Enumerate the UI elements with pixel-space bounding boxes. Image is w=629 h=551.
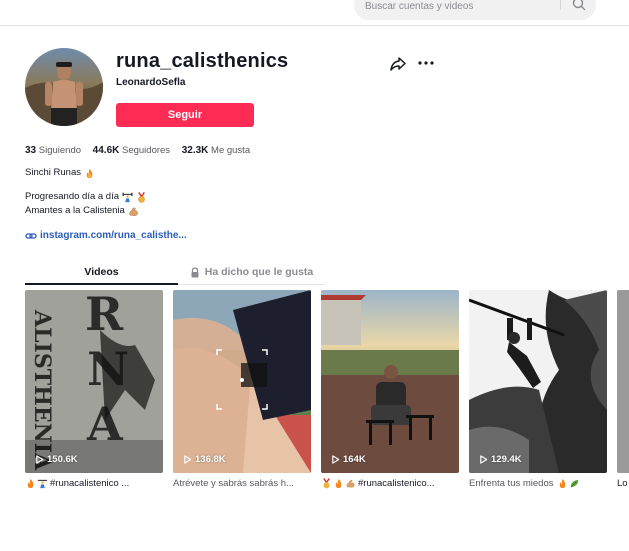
more-options-button[interactable] bbox=[416, 55, 436, 71]
tab-liked[interactable]: Ha dicho que le gusta bbox=[178, 260, 325, 284]
tab-videos[interactable]: Videos bbox=[25, 260, 178, 284]
video-caption-text: Atrévete y sabrás sabrás h... bbox=[173, 477, 294, 489]
share-icon bbox=[390, 57, 406, 71]
tab-videos-label: Videos bbox=[84, 266, 119, 278]
profile-username: runa_calisthenics bbox=[116, 50, 289, 72]
video-thumbnail-image bbox=[173, 290, 311, 473]
active-tab-indicator bbox=[25, 283, 178, 285]
search-button[interactable] bbox=[566, 0, 592, 14]
search-icon bbox=[572, 0, 586, 11]
stat-followers[interactable]: 44.6K Seguidores bbox=[93, 145, 170, 156]
fire-icon bbox=[86, 168, 93, 178]
stat-likes-label: Me gusta bbox=[211, 145, 251, 156]
video-thumbnail-image bbox=[469, 290, 607, 473]
weightlifter-icon bbox=[37, 479, 48, 488]
video-grid: ALISTHENIA R N A 150.6K #runacalistenico… bbox=[25, 290, 629, 500]
fire-icon bbox=[335, 478, 342, 488]
profile-link[interactable]: instagram.com/runa_calisthe... bbox=[25, 230, 187, 241]
video-thumbnail-image: ALISTHENIA R N A bbox=[25, 290, 163, 473]
weightlifter-icon bbox=[122, 192, 133, 202]
profile-bio: Sinchi Runas Progresando día a día Amant… bbox=[25, 166, 147, 218]
search-input[interactable] bbox=[365, 0, 561, 13]
stat-following-value: 33 bbox=[25, 145, 37, 156]
bio-line: Progresando día a día bbox=[25, 190, 147, 204]
video-thumbnail-image bbox=[321, 290, 459, 473]
video-caption-text: Enfrenta tus miedos bbox=[469, 477, 554, 489]
leaf-icon bbox=[570, 479, 578, 487]
play-icon bbox=[480, 455, 488, 464]
video-caption-text: Lo bbox=[617, 477, 628, 489]
stat-likes: 32.3K Me gusta bbox=[182, 145, 250, 156]
search-bar bbox=[354, 0, 596, 20]
flexed-biceps-icon bbox=[346, 479, 355, 488]
video-thumbnail[interactable]: ALISTHENIA R N A 150.6K bbox=[25, 290, 163, 473]
video-views: 150.6K bbox=[35, 454, 78, 465]
avatar bbox=[25, 48, 103, 126]
stat-following-label: Siguiendo bbox=[38, 145, 82, 156]
bio-line-text: Progresando día a día bbox=[25, 191, 120, 202]
profile-nickname: LeonardoSefla bbox=[116, 77, 186, 88]
video-caption[interactable]: Atrévete y sabrás sabrás h... bbox=[173, 476, 311, 490]
video-thumbnail[interactable]: 164K bbox=[321, 290, 459, 473]
video-card[interactable]: ALISTHENIA R N A 150.6K #runacalistenico… bbox=[25, 290, 163, 490]
video-thumbnail-image bbox=[617, 290, 629, 473]
stat-likes-value: 32.3K bbox=[181, 145, 209, 156]
video-card[interactable]: 129.4K Enfrenta tus miedos bbox=[469, 290, 607, 490]
video-card[interactable]: Lo bbox=[617, 290, 629, 490]
video-thumbnail[interactable] bbox=[617, 290, 629, 473]
video-thumbnail[interactable]: 129.4K bbox=[469, 290, 607, 473]
video-views-count: 150.6K bbox=[47, 454, 78, 465]
video-caption[interactable]: #runacalistenico... bbox=[321, 476, 459, 490]
play-icon bbox=[36, 455, 44, 464]
flexed-biceps-icon bbox=[129, 207, 138, 216]
fire-icon bbox=[27, 478, 34, 488]
video-views-count: 164K bbox=[343, 454, 366, 465]
profile-link-text: instagram.com/runa_calisthe... bbox=[40, 230, 187, 241]
video-views-count: 136.8K bbox=[195, 454, 226, 465]
search-divider bbox=[560, 0, 561, 10]
follow-button[interactable]: Seguir bbox=[116, 103, 254, 127]
medal-icon bbox=[323, 477, 330, 488]
stat-followers-label: Seguidores bbox=[122, 145, 171, 156]
profile-stats: 33 Siguiendo 44.6K Seguidores 32.3K Me g… bbox=[25, 145, 259, 156]
bio-line: Amantes a la Calistenia bbox=[25, 204, 147, 218]
video-caption[interactable]: Lo bbox=[617, 476, 629, 490]
video-views-count: 129.4K bbox=[491, 454, 522, 465]
link-icon bbox=[25, 232, 37, 239]
medal-icon bbox=[138, 191, 145, 203]
video-caption[interactable]: #runacalistenico ... bbox=[25, 476, 163, 490]
bio-line: Sinchi Runas bbox=[25, 166, 147, 180]
video-caption[interactable]: Enfrenta tus miedos bbox=[469, 476, 607, 490]
video-caption-text: #runacalistenico ... bbox=[50, 477, 130, 489]
video-views: 136.8K bbox=[183, 454, 226, 465]
video-views: 164K bbox=[331, 454, 366, 465]
top-bar bbox=[0, 0, 629, 26]
stat-following[interactable]: 33 Siguiendo bbox=[25, 145, 81, 156]
bio-line-text: Sinchi Runas bbox=[25, 167, 81, 178]
avatar-image bbox=[25, 48, 103, 126]
tab-liked-label: Ha dicho que le gusta bbox=[204, 266, 314, 278]
video-caption-text: #runacalistenico... bbox=[358, 477, 435, 489]
svg-text:R: R bbox=[85, 290, 124, 341]
play-icon bbox=[184, 455, 192, 464]
play-icon bbox=[332, 455, 340, 464]
stat-followers-value: 44.6K bbox=[92, 145, 120, 156]
bio-line-text: Amantes a la Calistenia bbox=[25, 205, 125, 216]
video-card[interactable]: 164K #runacalistenico... bbox=[321, 290, 459, 490]
profile-tabs: Videos Ha dicho que le gusta bbox=[25, 260, 325, 286]
video-card[interactable]: 136.8K Atrévete y sabrás sabrás h... bbox=[173, 290, 311, 490]
video-views: 129.4K bbox=[479, 454, 522, 465]
video-thumbnail[interactable]: 136.8K bbox=[173, 290, 311, 473]
lock-icon bbox=[191, 266, 199, 277]
share-button[interactable] bbox=[389, 55, 407, 73]
fire-icon bbox=[559, 478, 565, 488]
more-icon bbox=[418, 61, 434, 65]
